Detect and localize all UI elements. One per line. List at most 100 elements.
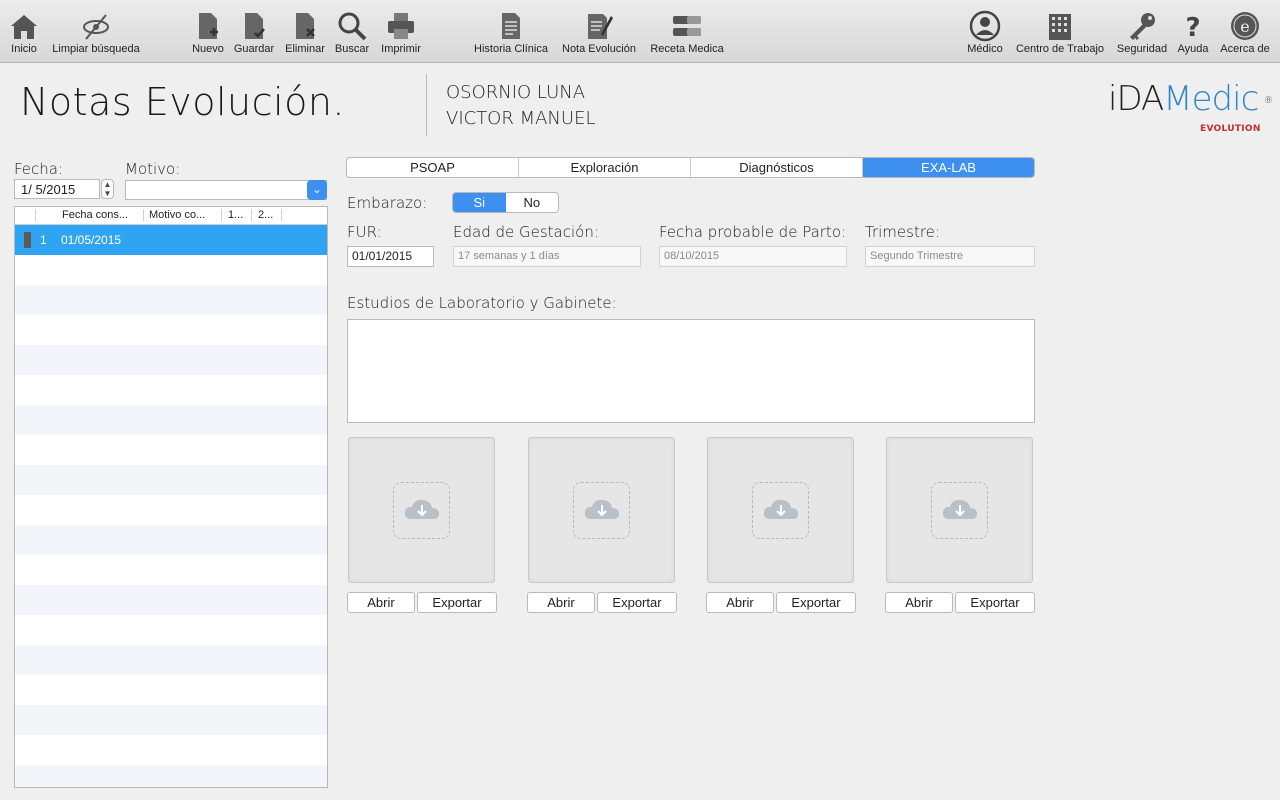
estudios-textarea[interactable] <box>347 319 1035 423</box>
table-row-empty <box>15 735 327 765</box>
new-document-icon <box>199 13 218 39</box>
toolbar-new-button[interactable]: Nuevo <box>190 0 226 62</box>
motivo-combobox[interactable]: ⌄ <box>125 180 327 200</box>
export-button-2[interactable]: Exportar <box>597 592 677 613</box>
open-button-4[interactable]: Abrir <box>885 592 953 613</box>
toolbar-workcenter-button[interactable]: Centro de Trabajo <box>1012 0 1108 62</box>
row-fecha: 01/05/2015 <box>61 233 122 247</box>
table-row-empty <box>15 375 327 405</box>
toolbar-delete-label: Eliminar <box>285 43 325 55</box>
section-tabs: PSOAP Exploración Diagnósticos EXA-LAB <box>346 157 1035 178</box>
toolbar-prescription-label: Receta Medica <box>650 43 724 55</box>
open-button-2[interactable]: Abrir <box>527 592 595 613</box>
notes-table-header: Fecha cons... Motivo co... 1... 2... <box>15 207 327 225</box>
toolbar-save-label: Guardar <box>233 43 275 55</box>
trimestre-field: Segundo Trimestre <box>865 246 1035 267</box>
toolbar-save-button[interactable]: Guardar <box>232 0 276 62</box>
toolbar-prescription-button[interactable]: Receta Medica <box>646 0 728 62</box>
column-header-motivo[interactable]: Motivo co... <box>149 209 205 221</box>
upload-cloud-icon <box>393 482 450 539</box>
export-button-1[interactable]: Exportar <box>417 592 497 613</box>
building-icon <box>1049 14 1071 40</box>
evolution-note-icon <box>588 14 613 39</box>
embarazo-si-option[interactable]: Si <box>453 193 506 212</box>
toolbar-security-button[interactable]: Seguridad <box>1114 0 1170 62</box>
fecha-date-field[interactable]: 1/ 5/2015 <box>14 179 100 199</box>
header-divider <box>426 74 427 136</box>
fur-label: FUR: <box>347 223 382 241</box>
chevron-down-icon: ⌄ <box>312 184 322 196</box>
patient-name-line2: VICTOR MANUEL <box>446 108 596 129</box>
open-button-1[interactable]: Abrir <box>347 592 415 613</box>
page-title: Notas Evolución. <box>20 80 345 124</box>
app-logo: iDAMedic ® EVOLUTION <box>1108 79 1273 134</box>
tab-exploracion[interactable]: Exploración <box>519 158 691 177</box>
notes-table[interactable]: Fecha cons... Motivo co... 1... 2... 1 0… <box>14 206 328 788</box>
logo-registered: ® <box>1264 96 1273 106</box>
table-row-empty <box>15 435 327 465</box>
upload-cloud-icon <box>573 482 630 539</box>
motivo-dropdown-button[interactable]: ⌄ <box>307 180 327 200</box>
toolbar-doctor-button[interactable]: Médico <box>964 0 1006 62</box>
toolbar-search-button[interactable]: Buscar <box>332 0 372 62</box>
table-row-empty <box>15 555 327 585</box>
toolbar-security-label: Seguridad <box>1116 43 1168 55</box>
svg-text:e: e <box>1240 17 1249 36</box>
clinical-history-icon <box>502 13 520 39</box>
toolbar-home-button[interactable]: Inicio <box>6 0 42 62</box>
prescription-icon <box>673 16 701 36</box>
tab-diagnosticos[interactable]: Diagnósticos <box>691 158 863 177</box>
toolbar-about-label: Acerca de <box>1220 43 1270 55</box>
column-header-col3[interactable]: 1... <box>228 209 243 221</box>
toolbar-workcenter-label: Centro de Trabajo <box>1015 43 1105 55</box>
export-button-4[interactable]: Exportar <box>955 592 1035 613</box>
column-header-col4[interactable]: 2... <box>258 209 273 221</box>
toolbar-help-button[interactable]: ? Ayuda <box>1174 0 1212 62</box>
tab-psoap[interactable]: PSOAP <box>347 158 519 177</box>
toolbar-about-button[interactable]: e Acerca de <box>1216 0 1274 62</box>
logo-subtitle: EVOLUTION <box>1200 124 1261 134</box>
column-separator <box>35 209 36 221</box>
image-well-4[interactable] <box>886 437 1033 583</box>
motivo-label: Motivo: <box>125 160 181 178</box>
help-icon: ? <box>1185 13 1200 42</box>
toolbar-doctor-label: Médico <box>967 43 1003 55</box>
logo-prefix: iDA <box>1108 79 1164 119</box>
row-number: 1 <box>40 233 47 247</box>
patient-name: OSORNIO LUNA VICTOR MANUEL <box>446 80 595 132</box>
toolbar-clear-search-button[interactable]: Limpiar búsqueda <box>46 0 146 62</box>
table-row[interactable]: 1 01/05/2015 <box>15 225 327 255</box>
toolbar-evolution-note-button[interactable]: Nota Evolución <box>558 0 640 62</box>
toolbar-clear-search-label: Limpiar búsqueda <box>52 43 140 55</box>
image-well-1[interactable] <box>348 437 495 583</box>
export-button-3[interactable]: Exportar <box>776 592 856 613</box>
fecha-stepper[interactable]: ▲ ▼ <box>101 179 114 199</box>
fecha-parto-field: 08/10/2015 <box>659 246 847 267</box>
chevron-up-icon: ▲ <box>103 180 112 189</box>
estudios-label: Estudios de Laboratorio y Gabinete: <box>347 294 617 312</box>
image-well-2[interactable] <box>528 437 675 583</box>
table-row-empty <box>15 255 327 285</box>
embarazo-no-option[interactable]: No <box>506 193 559 212</box>
trimestre-label: Trimestre: <box>865 223 940 241</box>
open-button-3[interactable]: Abrir <box>706 592 774 613</box>
column-separator <box>281 209 282 221</box>
toolbar-print-button[interactable]: Imprimir <box>378 0 424 62</box>
doctor-icon <box>969 10 1001 42</box>
table-row-empty <box>15 345 327 375</box>
tab-exa-lab[interactable]: EXA-LAB <box>863 158 1034 177</box>
table-row-empty <box>15 315 327 345</box>
column-separator <box>251 209 252 221</box>
fur-field[interactable]: 01/01/2015 <box>347 246 434 267</box>
edad-gestacion-field: 17 semanas y 1 días <box>453 246 641 267</box>
image-well-3[interactable] <box>707 437 854 583</box>
column-separator <box>143 209 144 221</box>
toolbar-delete-button[interactable]: Eliminar <box>283 0 327 62</box>
toolbar-evolution-note-label: Nota Evolución <box>562 43 636 55</box>
edad-gestacion-label: Edad de Gestación: <box>453 223 599 241</box>
column-header-fecha[interactable]: Fecha cons... <box>62 209 128 221</box>
printer-icon <box>388 13 414 39</box>
key-icon <box>1130 13 1155 40</box>
toolbar-clinical-history-button[interactable]: Historia Clínica <box>470 0 552 62</box>
table-row-empty <box>15 525 327 555</box>
